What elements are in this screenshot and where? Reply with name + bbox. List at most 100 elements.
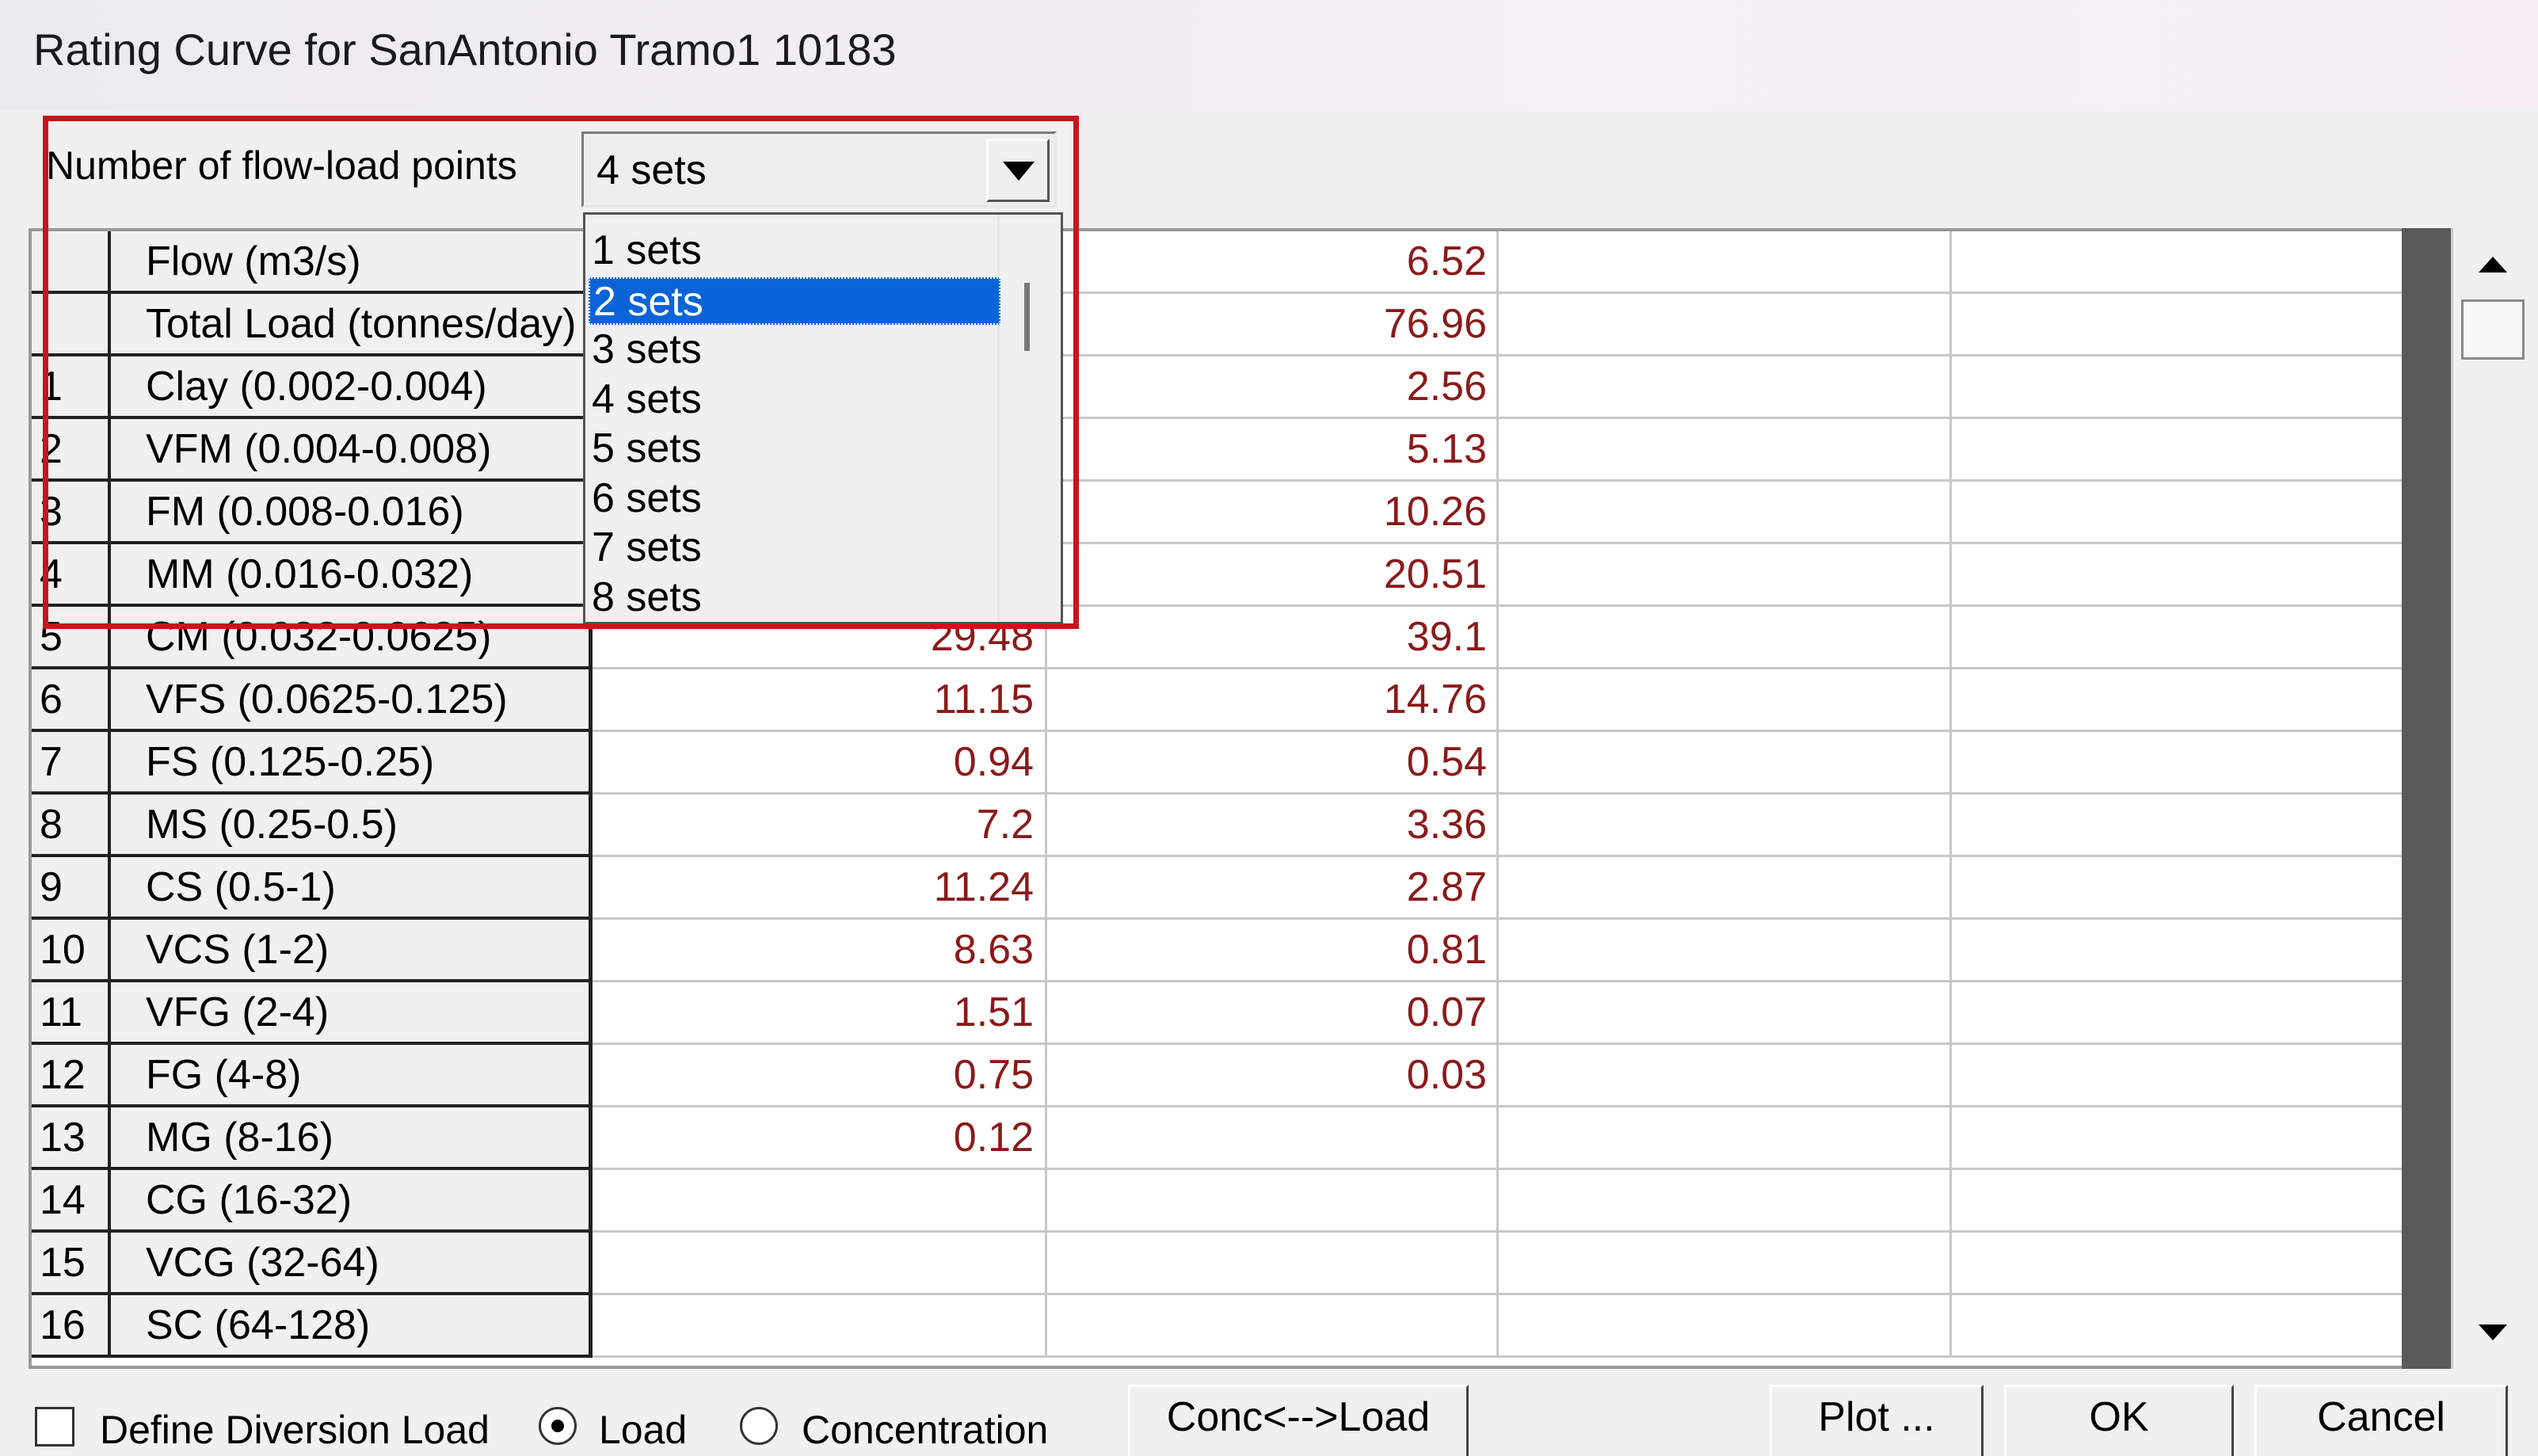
value-cell[interactable]: 14.76 (1047, 669, 1499, 732)
cancel-button[interactable]: Cancel (2254, 1385, 2508, 1456)
row-index: 8 (32, 795, 111, 857)
value-cell[interactable]: 3.36 (1047, 795, 1499, 857)
value-cell[interactable]: 0.07 (1047, 982, 1499, 1045)
dropdown-option[interactable]: 2 sets (589, 276, 1000, 325)
value-cell[interactable] (1952, 294, 2405, 356)
conc-load-button[interactable]: Conc<-->Load (1128, 1385, 1469, 1456)
value-cell[interactable] (1499, 982, 1952, 1045)
value-cell[interactable]: 2.87 (1047, 857, 1499, 920)
value-cell[interactable] (1952, 1045, 2405, 1107)
table-row: 16 SC (64-128) (32, 1295, 2408, 1358)
table-row: 9 CS (0.5-1) 11.24 2.87 (32, 857, 2408, 920)
flow-points-select[interactable]: 4 sets (581, 131, 1057, 208)
row-header: CM (0.032-0.0625) (111, 607, 593, 669)
scroll-up-button[interactable] (2461, 238, 2525, 293)
value-cell[interactable] (1499, 356, 1952, 419)
value-cell[interactable]: 11.15 (593, 669, 1047, 732)
value-cell[interactable] (1952, 1233, 2405, 1295)
arrow-down-icon (2479, 1325, 2507, 1340)
value-cell[interactable] (1952, 356, 2405, 419)
value-cell[interactable] (1499, 231, 1952, 294)
table-row: 1 Clay (0.002-0.004) 2.56 (32, 356, 2408, 419)
value-cell[interactable] (1499, 669, 1952, 732)
value-cell[interactable] (1499, 482, 1952, 544)
value-cell[interactable] (1499, 1170, 1952, 1233)
value-cell[interactable] (1499, 732, 1952, 795)
value-cell[interactable] (1952, 231, 2405, 294)
row-header: SC (64-128) (111, 1295, 593, 1358)
value-cell[interactable] (1952, 732, 2405, 795)
value-cell[interactable]: 39.1 (1047, 607, 1499, 669)
value-cell[interactable] (593, 1295, 1047, 1358)
concentration-radio[interactable] (740, 1407, 778, 1445)
value-cell[interactable] (1952, 1170, 2405, 1233)
value-cell[interactable]: 0.03 (1047, 1045, 1499, 1107)
dropdown-option[interactable]: 8 sets (589, 574, 1000, 622)
value-cell[interactable]: 20.51 (1047, 544, 1499, 607)
vertical-scrollbar[interactable] (2451, 228, 2538, 1369)
value-cell[interactable]: 10.26 (1047, 482, 1499, 544)
value-cell[interactable] (1952, 544, 2405, 607)
value-cell[interactable] (1499, 1045, 1952, 1107)
row-index (32, 231, 111, 294)
value-cell[interactable] (1952, 795, 2405, 857)
value-cell[interactable] (1952, 982, 2405, 1045)
value-cell[interactable]: 0.12 (593, 1107, 1047, 1170)
value-cell[interactable] (1499, 1295, 1952, 1358)
value-cell[interactable] (1047, 1170, 1499, 1233)
plot-button[interactable]: Plot ... (1770, 1385, 1984, 1456)
value-cell[interactable] (1952, 607, 2405, 669)
scroll-thumb[interactable] (2461, 299, 2525, 360)
value-cell[interactable] (1499, 294, 1952, 356)
scroll-down-button[interactable] (2461, 1304, 2525, 1359)
value-cell[interactable] (1952, 920, 2405, 982)
value-cell[interactable] (593, 1233, 1047, 1295)
dropdown-scroll-track[interactable] (997, 215, 1063, 622)
value-cell[interactable] (1499, 795, 1952, 857)
value-cell[interactable]: 0.54 (1047, 732, 1499, 795)
value-cell[interactable]: 76.96 (1047, 294, 1499, 356)
row-index: 2 (32, 419, 111, 482)
ok-button[interactable]: OK (2004, 1385, 2234, 1456)
dropdown-button[interactable] (986, 139, 1050, 202)
row-header: VCS (1-2) (111, 920, 593, 982)
value-cell[interactable] (1952, 419, 2405, 482)
value-cell[interactable]: 6.52 (1047, 231, 1499, 294)
value-cell[interactable]: 8.63 (593, 920, 1047, 982)
dropdown-scroll-thumb[interactable] (1024, 283, 1030, 351)
value-cell[interactable] (1952, 1295, 2405, 1358)
value-cell[interactable]: 0.81 (1047, 920, 1499, 982)
dropdown-option[interactable]: 6 sets (589, 475, 1000, 523)
value-cell[interactable] (1499, 1107, 1952, 1170)
dropdown-option[interactable]: 5 sets (589, 425, 1000, 473)
value-cell[interactable]: 7.2 (593, 795, 1047, 857)
value-cell[interactable] (1499, 857, 1952, 920)
value-cell[interactable]: 1.51 (593, 982, 1047, 1045)
value-cell[interactable] (1047, 1295, 1499, 1358)
value-cell[interactable] (1499, 419, 1952, 482)
define-diversion-checkbox[interactable] (35, 1407, 74, 1446)
flow-points-dropdown-list[interactable]: 1 sets 2 sets 3 sets 4 sets 5 sets 6 sets 7 se… (583, 212, 1063, 624)
value-cell[interactable] (1952, 1107, 2405, 1170)
value-cell[interactable] (1952, 482, 2405, 544)
value-cell[interactable] (1499, 544, 1952, 607)
value-cell[interactable]: 0.94 (593, 732, 1047, 795)
value-cell[interactable] (1047, 1233, 1499, 1295)
value-cell[interactable] (1499, 1233, 1952, 1295)
value-cell[interactable] (1499, 920, 1952, 982)
dropdown-option[interactable]: 3 sets (589, 326, 1000, 374)
dropdown-option[interactable]: 4 sets (589, 376, 1000, 424)
value-cell[interactable] (1499, 607, 1952, 669)
grid-divider (2402, 228, 2451, 1369)
value-cell[interactable]: 5.13 (1047, 419, 1499, 482)
value-cell[interactable]: 0.75 (593, 1045, 1047, 1107)
dropdown-option[interactable]: 7 sets (589, 524, 1000, 572)
dropdown-option[interactable]: 1 sets (589, 227, 1000, 275)
value-cell[interactable] (1047, 1107, 1499, 1170)
load-radio[interactable] (539, 1407, 577, 1445)
value-cell[interactable]: 11.24 (593, 857, 1047, 920)
value-cell[interactable] (1952, 857, 2405, 920)
value-cell[interactable]: 2.56 (1047, 356, 1499, 419)
value-cell[interactable] (593, 1170, 1047, 1233)
value-cell[interactable] (1952, 669, 2405, 732)
